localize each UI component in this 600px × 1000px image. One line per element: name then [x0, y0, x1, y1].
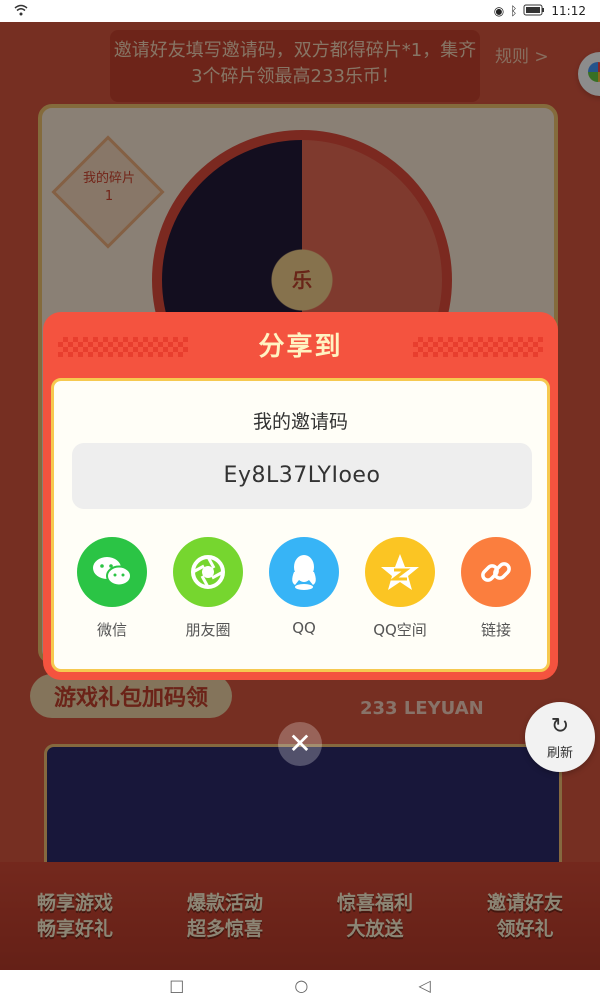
- qq-icon: [269, 537, 339, 607]
- share-moments-label: 朋友圈: [185, 621, 231, 639]
- eye-icon: ◉: [493, 4, 505, 18]
- close-icon: ✕: [288, 727, 312, 760]
- dialog-body: 我的邀请码 Ey8L37LYIoeo 微信 朋友圈 QQ QQ空间 链接: [51, 378, 550, 672]
- status-bar: ◉ ᛒ 11:12: [0, 0, 600, 22]
- close-dialog-button[interactable]: ✕: [278, 722, 322, 766]
- refresh-button[interactable]: ↻ 刷新: [525, 702, 595, 772]
- share-dialog: 分享到 我的邀请码 Ey8L37LYIoeo 微信 朋友圈 QQ QQ空间 链接: [43, 312, 558, 680]
- dialog-title: 分享到: [258, 332, 343, 362]
- link-icon: [461, 537, 531, 607]
- refresh-label: 刷新: [546, 746, 573, 761]
- recents-icon[interactable]: □: [169, 976, 184, 995]
- qzone-icon: [365, 537, 435, 607]
- share-link-label: 链接: [480, 621, 511, 639]
- invite-code-label: 我的邀请码: [252, 411, 348, 433]
- share-moments-button[interactable]: 朋友圈: [160, 537, 256, 640]
- system-nav-bar: □ ○ ◁: [0, 970, 600, 1000]
- share-qzone-label: QQ空间: [373, 621, 427, 639]
- moments-icon: [173, 537, 243, 607]
- clock-time: 11:12: [551, 4, 586, 18]
- share-wechat-label: 微信: [96, 621, 127, 639]
- back-icon[interactable]: ◁: [418, 976, 430, 995]
- invite-code-field[interactable]: Ey8L37LYIoeo: [72, 443, 532, 509]
- share-qq-button[interactable]: QQ: [256, 537, 352, 640]
- share-qq-label: QQ: [292, 619, 316, 637]
- home-icon[interactable]: ○: [294, 976, 308, 995]
- share-options: 微信 朋友圈 QQ QQ空间 链接: [64, 537, 544, 640]
- share-qzone-button[interactable]: QQ空间: [352, 537, 448, 640]
- battery-icon: [523, 4, 545, 19]
- bluetooth-icon: ᛒ: [510, 4, 518, 18]
- share-wechat-button[interactable]: 微信: [64, 537, 160, 640]
- wechat-icon: [77, 537, 147, 607]
- share-link-button[interactable]: 链接: [448, 537, 544, 640]
- wifi-icon: [14, 4, 28, 19]
- refresh-icon: ↻: [550, 714, 570, 739]
